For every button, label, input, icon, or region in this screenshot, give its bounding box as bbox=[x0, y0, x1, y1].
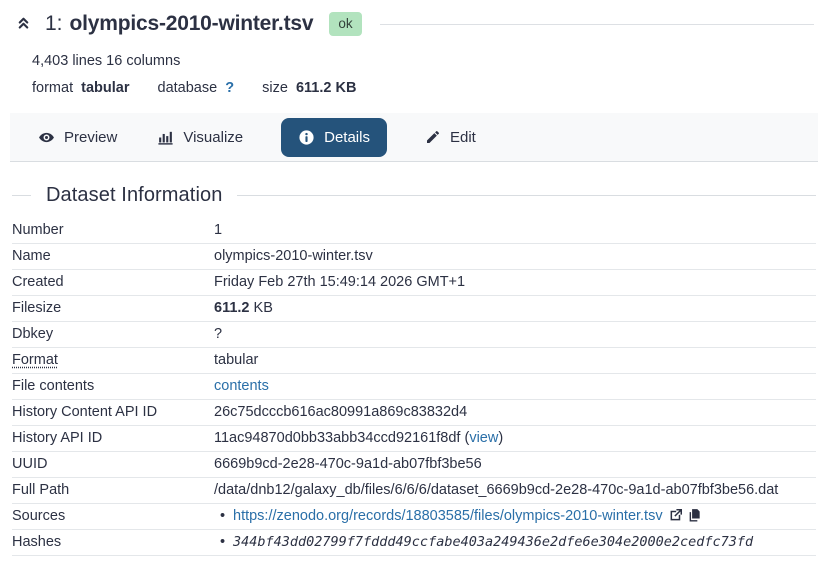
row-value: https://zenodo.org/records/18803585/file… bbox=[214, 503, 816, 530]
heading-rule-left bbox=[12, 195, 31, 196]
size-attr: size 611.2 KB bbox=[262, 80, 357, 96]
row-label: History API ID bbox=[12, 425, 214, 452]
row-label: Hashes bbox=[12, 529, 214, 556]
dataset-details-table: Number 1 Name olympics-2010-winter.tsv C… bbox=[12, 218, 816, 556]
status-badge: ok bbox=[329, 12, 362, 36]
table-row-created: Created Friday Feb 27th 15:49:14 2026 GM… bbox=[12, 269, 816, 296]
tab-label: Visualize bbox=[183, 128, 244, 146]
table-row-uuid: UUID 6669b9cd-2e28-470c-9a1d-ab07fbf3be5… bbox=[12, 451, 816, 478]
row-value: contents bbox=[214, 373, 816, 400]
format-tooltip-label[interactable]: Format bbox=[12, 352, 58, 368]
pencil-icon bbox=[425, 129, 441, 145]
row-label: Number bbox=[12, 218, 214, 244]
tab-label: Preview bbox=[64, 128, 118, 146]
table-row-format: Format tabular bbox=[12, 347, 816, 374]
tab-label: Edit bbox=[449, 128, 476, 146]
source-url-link[interactable]: https://zenodo.org/records/18803585/file… bbox=[233, 508, 663, 524]
row-value: olympics-2010-winter.tsv bbox=[214, 243, 816, 270]
copy-icon[interactable] bbox=[688, 508, 702, 522]
source-item: https://zenodo.org/records/18803585/file… bbox=[214, 507, 814, 526]
section-title: Dataset Information bbox=[46, 184, 223, 206]
bar-chart-icon bbox=[157, 129, 174, 146]
row-value: /data/dnb12/galaxy_db/files/6/6/6/datase… bbox=[214, 477, 816, 504]
table-row-sources: Sources https://zenodo.org/records/18803… bbox=[12, 503, 816, 530]
heading-rule-right bbox=[237, 195, 816, 196]
table-row-filesize: Filesize 611.2 KB bbox=[12, 295, 816, 322]
table-row-file-contents: File contents contents bbox=[12, 373, 816, 400]
row-label: Dbkey bbox=[12, 321, 214, 348]
row-label: File contents bbox=[12, 373, 214, 400]
dataset-information-section: Dataset Information Number 1 Name olympi… bbox=[0, 184, 828, 556]
table-row-history-content-api-id: History Content API ID 26c75dcccb616ac80… bbox=[12, 399, 816, 426]
dataset-tab-bar: Preview Visualize Details Edit bbox=[10, 113, 818, 162]
database-attr: database ? bbox=[157, 80, 235, 96]
row-value: Friday Feb 27th 15:49:14 2026 GMT+1 bbox=[214, 269, 816, 296]
tab-label: Details bbox=[324, 128, 370, 146]
row-label: Full Path bbox=[12, 477, 214, 504]
tab-visualize[interactable]: Visualize bbox=[155, 120, 245, 155]
row-value: 26c75dcccb616ac80991a869c83832d4 bbox=[214, 399, 816, 426]
tab-details[interactable]: Details bbox=[281, 117, 387, 157]
info-circle-icon bbox=[298, 129, 315, 146]
external-link-icon[interactable] bbox=[669, 508, 683, 522]
table-row-dbkey: Dbkey ? bbox=[12, 321, 816, 348]
row-label: Format bbox=[12, 347, 214, 374]
tab-preview[interactable]: Preview bbox=[36, 120, 119, 155]
row-value: 1 bbox=[214, 218, 816, 244]
view-history-link[interactable]: view bbox=[469, 430, 498, 446]
collapse-button[interactable] bbox=[12, 15, 35, 33]
lines-columns-summary: 4,403 lines 16 columns bbox=[32, 53, 181, 69]
dataset-header: 1: olympics-2010-winter.tsv ok 4,403 lin… bbox=[0, 0, 828, 96]
contents-link[interactable]: contents bbox=[214, 378, 269, 394]
row-label: Created bbox=[12, 269, 214, 296]
row-value: tabular bbox=[214, 347, 816, 374]
row-value: 6669b9cd-2e28-470c-9a1d-ab07fbf3be56 bbox=[214, 451, 816, 478]
table-row-history-api-id: History API ID 11ac94870d0bb33abb34ccd92… bbox=[12, 425, 816, 452]
row-value: ? bbox=[214, 321, 816, 348]
title-divider bbox=[379, 23, 814, 25]
row-value: 611.2 KB bbox=[214, 295, 816, 322]
table-row-hashes: Hashes 344bf43dd02799f7fddd49ccfabe403a2… bbox=[12, 529, 816, 556]
row-label: UUID bbox=[12, 451, 214, 478]
row-label: History Content API ID bbox=[12, 399, 214, 426]
dataset-name: olympics-2010-winter.tsv bbox=[69, 12, 314, 35]
hash-item: 344bf43dd02799f7fddd49ccfabe403a249436e2… bbox=[214, 533, 814, 552]
row-label: Sources bbox=[12, 503, 214, 530]
row-label: Filesize bbox=[12, 295, 214, 322]
row-label: Name bbox=[12, 243, 214, 270]
tab-edit[interactable]: Edit bbox=[423, 120, 478, 154]
page-title: 1: olympics-2010-winter.tsv bbox=[45, 12, 314, 36]
row-value: 344bf43dd02799f7fddd49ccfabe403a249436e2… bbox=[214, 529, 816, 556]
angles-up-icon bbox=[16, 15, 31, 33]
database-link[interactable]: ? bbox=[225, 80, 234, 96]
table-row-name: Name olympics-2010-winter.tsv bbox=[12, 243, 816, 270]
format-attr: format tabular bbox=[32, 80, 130, 96]
row-value: 11ac94870d0bb33abb34ccd92161f8df (view) bbox=[214, 425, 816, 452]
dataset-hid: 1: bbox=[45, 12, 63, 35]
table-row-number: Number 1 bbox=[12, 218, 816, 244]
eye-icon bbox=[38, 129, 55, 146]
dataset-attributes: format tabular database ? size 611.2 KB bbox=[32, 80, 816, 96]
table-row-full-path: Full Path /data/dnb12/galaxy_db/files/6/… bbox=[12, 477, 816, 504]
hash-value: 344bf43dd02799f7fddd49ccfabe403a249436e2… bbox=[233, 534, 754, 550]
title-row: 1: olympics-2010-winter.tsv ok bbox=[12, 8, 816, 40]
section-heading: Dataset Information bbox=[12, 184, 816, 207]
